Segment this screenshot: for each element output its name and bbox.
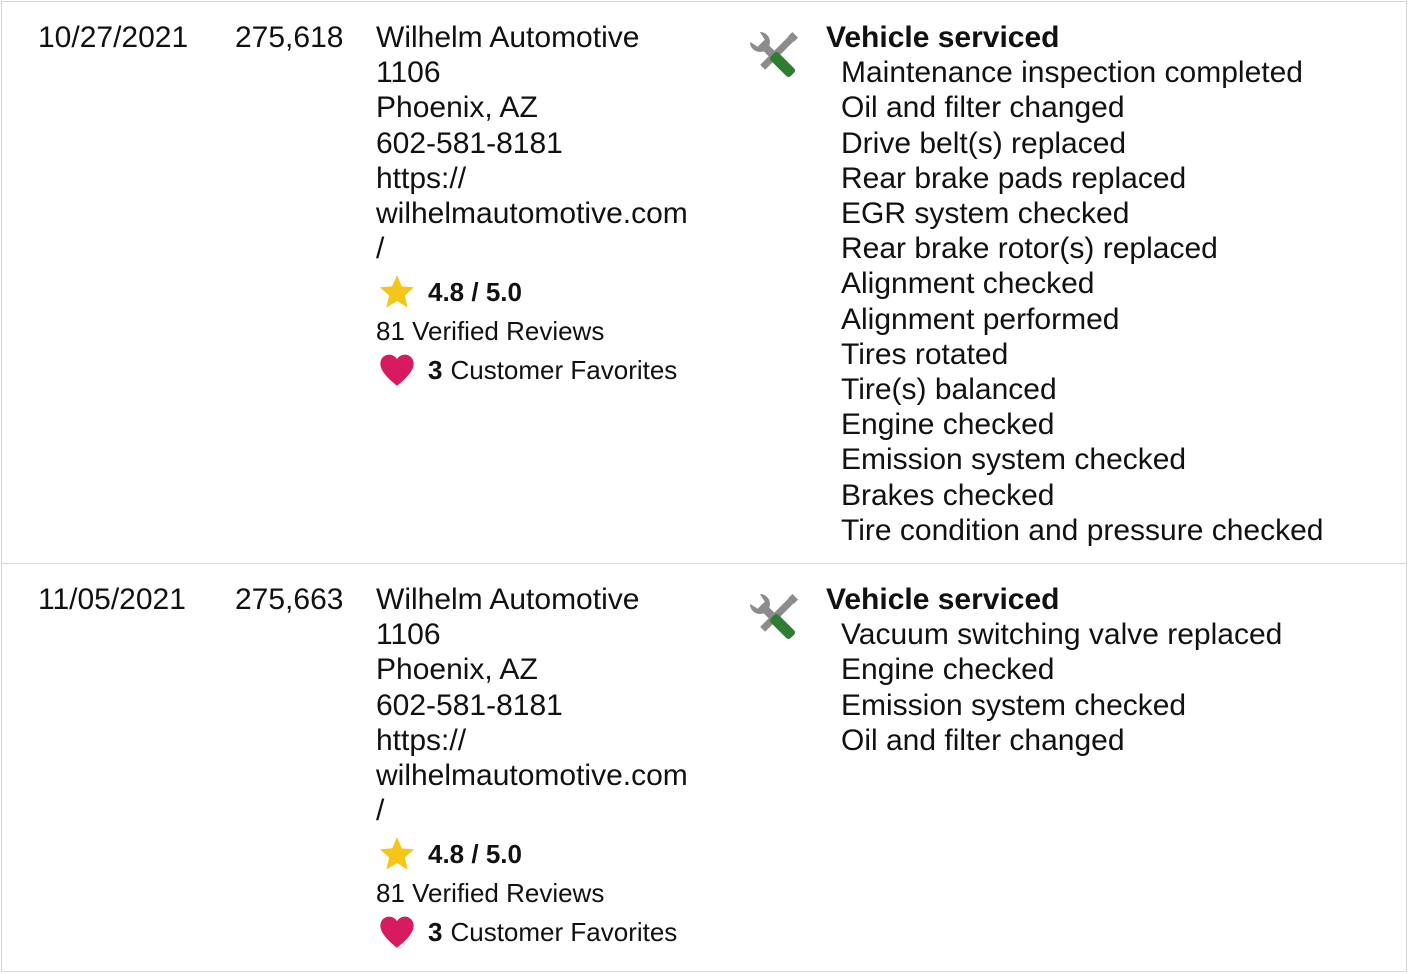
service-item: Tire condition and pressure checked: [841, 513, 1324, 547]
service-item: Vacuum switching valve replaced: [841, 618, 1283, 652]
service-history: 10/27/2021 275,618 Wilhelm Automotive 11…: [1, 1, 1407, 972]
service-details: Vehicle serviced Maintenance inspection …: [826, 20, 1324, 548]
service-tools-icon: [749, 31, 799, 78]
shop-rating: 4.8 / 5.0: [376, 272, 726, 312]
shop-url-line-1[interactable]: https://: [376, 161, 726, 196]
service-item: Tire(s) balanced: [841, 373, 1057, 407]
service-item: Drive belt(s) replaced: [841, 126, 1127, 160]
rating-value: 4.8 / 5.0: [428, 276, 522, 307]
shop-phone[interactable]: 602-581-8181: [376, 126, 726, 161]
service-items-list: Vacuum switching valve replaced Engine c…: [826, 617, 1282, 758]
service-item: Brakes checked: [841, 478, 1055, 512]
shop-url-line-3[interactable]: /: [376, 793, 726, 828]
customer-favorites: 3 Customer Favorites: [376, 350, 726, 390]
service-date: 10/27/2021: [38, 21, 189, 54]
shop-number: 1106: [376, 56, 441, 90]
shop-info: Wilhelm Automotive 1106 Phoenix, AZ 602-…: [376, 582, 726, 952]
star-icon: [379, 275, 415, 309]
service-title: Vehicle serviced: [826, 583, 1060, 616]
service-item: Alignment checked: [841, 267, 1095, 301]
shop-location: Phoenix, AZ: [376, 91, 538, 125]
favorites-label: Customer Favorites: [450, 354, 678, 385]
service-item: Emission system checked: [841, 688, 1187, 722]
service-item: Engine checked: [841, 408, 1055, 442]
service-record: 10/27/2021 275,618 Wilhelm Automotive 11…: [2, 2, 1406, 563]
service-item: Rear brake pads replaced: [841, 161, 1187, 195]
verified-reviews-link[interactable]: 81 Verified Reviews: [376, 312, 726, 350]
shop-name: Wilhelm Automotive: [376, 21, 640, 54]
shop-phone[interactable]: 602-581-8181: [376, 688, 726, 723]
heart-icon: [380, 355, 414, 387]
service-item: Maintenance inspection completed: [841, 56, 1303, 90]
service-item: Engine checked: [841, 653, 1055, 687]
shop-rating: 4.8 / 5.0: [376, 834, 726, 874]
shop-location: Phoenix, AZ: [376, 653, 538, 687]
service-item: Oil and filter changed: [841, 91, 1125, 125]
verified-reviews-link[interactable]: 81 Verified Reviews: [376, 874, 726, 912]
service-item: Oil and filter changed: [841, 723, 1125, 757]
service-item: Emission system checked: [841, 443, 1187, 477]
service-item: Rear brake rotor(s) replaced: [841, 232, 1218, 266]
heart-icon: [380, 917, 414, 949]
service-item: Tires rotated: [841, 337, 1009, 371]
shop-url-line-3[interactable]: /: [376, 231, 726, 266]
shop-url-line-1[interactable]: https://: [376, 723, 726, 758]
service-title: Vehicle serviced: [826, 21, 1060, 54]
service-item: EGR system checked: [841, 197, 1130, 231]
service-items-list: Maintenance inspection completed Oil and…: [826, 55, 1324, 548]
star-icon: [379, 837, 415, 871]
odometer-reading: 275,618: [235, 21, 344, 54]
service-details: Vehicle serviced Vacuum switching valve …: [826, 582, 1282, 758]
service-date: 11/05/2021: [38, 583, 186, 616]
rating-value: 4.8 / 5.0: [428, 838, 522, 869]
shop-url-line-2[interactable]: wilhelmautomotive.com: [376, 758, 726, 793]
service-item: Alignment performed: [841, 302, 1120, 336]
favorites-label: Customer Favorites: [450, 916, 678, 947]
shop-url-line-2[interactable]: wilhelmautomotive.com: [376, 196, 726, 231]
odometer-reading: 275,663: [235, 583, 344, 616]
shop-number: 1106: [376, 618, 441, 652]
service-record: 11/05/2021 275,663 Wilhelm Automotive 11…: [2, 563, 1406, 971]
shop-info: Wilhelm Automotive 1106 Phoenix, AZ 602-…: [376, 20, 726, 390]
customer-favorites: 3 Customer Favorites: [376, 912, 726, 952]
favorites-count: 3: [428, 354, 443, 385]
shop-name: Wilhelm Automotive: [376, 583, 640, 616]
favorites-count: 3: [428, 916, 443, 947]
service-tools-icon: [749, 593, 799, 640]
